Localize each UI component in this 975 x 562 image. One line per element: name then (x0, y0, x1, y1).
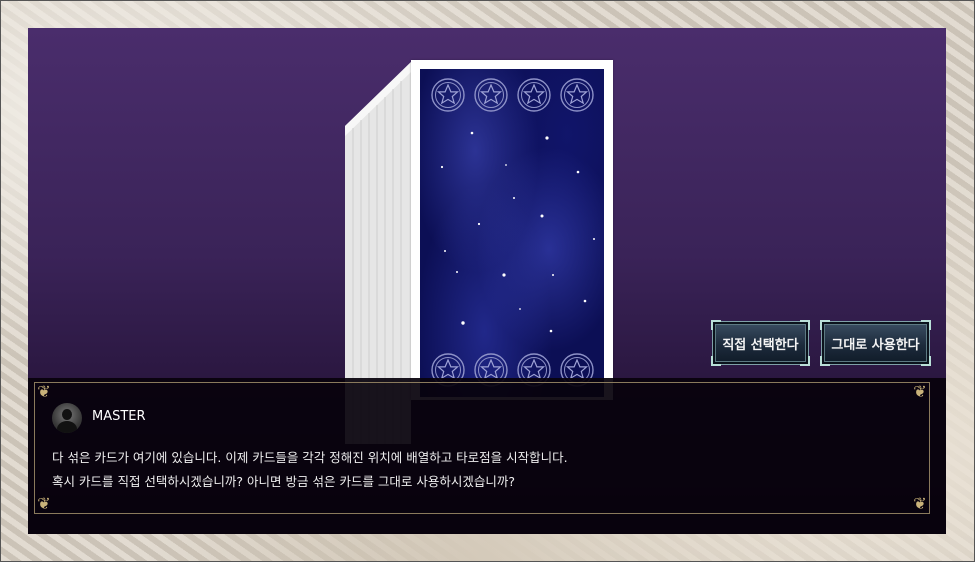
corner-ornament (921, 356, 931, 366)
corner-ornament (800, 356, 810, 366)
speaker-name: MASTER (92, 409, 146, 424)
star-emblem-icon (431, 78, 594, 387)
ornament-corner-icon: ❦ (913, 382, 927, 401)
corner-ornament (800, 320, 810, 330)
tarot-deck-top-card[interactable] (411, 60, 613, 400)
ornament-corner-icon: ❦ (913, 494, 927, 513)
select-directly-label: 직접 선택한다 (722, 337, 799, 353)
dialog-line: 다 섞은 카드가 여기에 있습니다. 이제 카드들을 각각 정해진 위치에 배열… (52, 450, 568, 465)
card-back-pattern (420, 69, 604, 397)
corner-ornament (711, 320, 721, 330)
sparkle-stars (440, 131, 595, 333)
ornament-corner-icon: ❦ (37, 382, 51, 401)
corner-ornament (921, 320, 931, 330)
dialog-line: 혹시 카드를 직접 선택하시겠습니까? 아니면 방금 섞은 카드를 그대로 사용… (52, 474, 516, 489)
dialog-box[interactable]: ❦ ❦ ❦ ❦ MASTER 다 섞은 카드가 여기에 있습니다. 이제 카드들… (28, 378, 946, 534)
use-as-is-label: 그대로 사용한다 (831, 337, 920, 353)
corner-ornament (820, 356, 830, 366)
avatar-silhouette-icon (52, 403, 82, 433)
select-directly-button[interactable]: 직접 선택한다 (711, 320, 810, 366)
corner-ornament (711, 356, 721, 366)
use-as-is-button[interactable]: 그대로 사용한다 (820, 320, 931, 366)
ornament-corner-icon: ❦ (37, 494, 51, 513)
game-window: 직접 선택한다 그대로 사용한다 ❦ ❦ ❦ ❦ MASTER 다 섞은 카드가… (28, 28, 946, 534)
corner-ornament (820, 320, 830, 330)
